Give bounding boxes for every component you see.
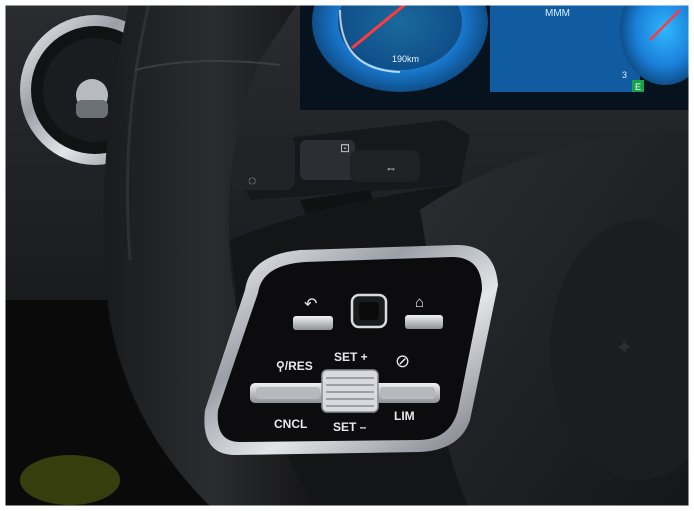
cluster-speed-readout: 190km (392, 54, 419, 64)
back-arrow-icon: ↶ (304, 296, 317, 313)
mercedes-emblem: ✦ (615, 335, 633, 360)
steering-wheel-photo: 190km MMM 3 E ◌ ⊡ ⇔ ✦ ↶ ⌂ ⚲/RES SET + ⊘ … (0, 0, 694, 511)
cluster-temp-readout: 3 (622, 70, 627, 80)
arrow-icon: ⇔ (385, 161, 397, 175)
speed-limiter-icon: ⊘ (395, 351, 410, 371)
home-icon: ⌂ (415, 294, 424, 311)
set-minus-label: SET – (333, 420, 367, 434)
washer-icon: ⊡ (340, 141, 350, 155)
res-label: ⚲/RES (276, 359, 313, 373)
cluster-status-text: MMM (545, 8, 570, 19)
cancel-label: CNCL (274, 417, 307, 431)
instrument-cluster: 190km MMM 3 E (300, 0, 694, 110)
footwell-light (20, 455, 120, 505)
set-plus-label: SET + (334, 350, 368, 364)
wiper-stalk[interactable] (230, 135, 295, 190)
set-thumbwheel[interactable] (321, 369, 379, 413)
wiper-icon: ◌ (248, 172, 256, 188)
touchpad[interactable] (350, 293, 388, 329)
limit-label: LIM (394, 409, 415, 423)
cluster-gear-label: E (635, 82, 641, 92)
